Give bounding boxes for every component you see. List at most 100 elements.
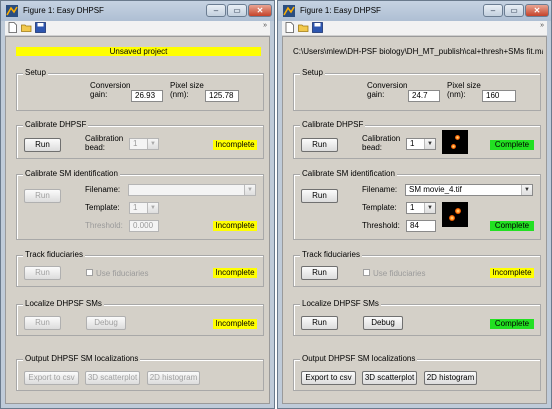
- track-status-badge: Incomplete: [213, 268, 257, 278]
- calibrate-dhpsf-panel: Calibrate DHPSF Run Calibration bead: 1 ▼…: [16, 120, 264, 159]
- bead-lobe: [455, 135, 460, 140]
- chevron-down-icon: ▼: [521, 185, 532, 195]
- track-status-badge: Incomplete: [490, 268, 534, 278]
- dropdown-value: 1: [410, 139, 415, 148]
- calibration-bead-label: Calibration: [362, 134, 401, 143]
- new-file-icon[interactable]: [284, 22, 295, 33]
- pixel-size-label: Pixel size: [170, 81, 204, 90]
- minimize-button[interactable]: –: [206, 4, 226, 17]
- track-run-button[interactable]: Run: [24, 266, 61, 280]
- sm-id-run-button[interactable]: Run: [24, 189, 61, 203]
- calibrate-status-badge: Complete: [490, 140, 534, 150]
- filename-label: Filename:: [362, 185, 398, 194]
- template-label: Template:: [85, 203, 120, 212]
- left-figure-window: Figure 1: Easy DHPSF – ▭ ✕ » Unsaved pro…: [0, 0, 275, 409]
- matlab-figure-icon: [6, 5, 18, 17]
- localize-run-button[interactable]: Run: [24, 316, 61, 330]
- localize-run-button[interactable]: Run: [301, 316, 338, 330]
- pixel-size-label-2: (nm):: [447, 90, 466, 99]
- calibration-bead-dropdown[interactable]: 1 ▼: [129, 138, 159, 150]
- dropdown-value: 1: [410, 203, 415, 212]
- calibrate-status-badge: Incomplete: [213, 140, 257, 150]
- chevron-down-icon: ▼: [424, 203, 435, 213]
- panel-title: Localize DHPSF SMs: [300, 299, 381, 308]
- toolbar-more-icon[interactable]: »: [263, 22, 267, 29]
- save-disk-icon[interactable]: [312, 22, 323, 33]
- right-title-bar[interactable]: Figure 1: Easy DHPSF – ▭ ✕: [278, 1, 551, 21]
- sm-identification-panel: Calibrate SM identification Run Filename…: [293, 169, 541, 240]
- calibration-bead-label-2: bead:: [85, 143, 106, 152]
- track-run-button[interactable]: Run: [301, 266, 338, 280]
- dropdown-value: 1: [133, 203, 138, 212]
- debug-button[interactable]: Debug: [86, 316, 126, 330]
- setup-panel: Setup Conversion gain: 24.7 Pixel size (…: [293, 68, 541, 111]
- export-csv-button[interactable]: Export to csv: [24, 371, 79, 385]
- figure-client-area: C:\Users\mlew\DH-PSF biology\DH_MT_publi…: [282, 36, 547, 404]
- open-folder-icon[interactable]: [298, 22, 309, 33]
- track-fiduciaries-panel: Track fiduciaries Run Use fiduciaries In…: [16, 250, 264, 287]
- scatterplot-button[interactable]: 3D scatterplot: [85, 371, 140, 385]
- dropdown-value: 1: [133, 139, 138, 148]
- sm-identification-panel: Calibrate SM identification Run Filename…: [16, 169, 264, 240]
- panel-title: Calibrate DHPSF: [300, 120, 366, 129]
- pixel-size-label: Pixel size: [447, 81, 481, 90]
- threshold-field[interactable]: 84: [406, 220, 436, 232]
- sm-id-status-badge: Complete: [490, 221, 534, 231]
- open-folder-icon[interactable]: [21, 22, 32, 33]
- matlab-figure-icon: [283, 5, 295, 17]
- window-title: Figure 1: Easy DHPSF: [23, 6, 104, 15]
- chevron-down-icon: ▼: [147, 139, 158, 149]
- pixel-size-label-2: (nm):: [170, 90, 189, 99]
- save-disk-icon[interactable]: [35, 22, 46, 33]
- close-button[interactable]: ✕: [248, 4, 272, 17]
- localize-status-badge: Incomplete: [213, 319, 257, 329]
- calibration-bead-dropdown[interactable]: 1 ▼: [406, 138, 436, 150]
- calibrate-run-button[interactable]: Run: [24, 138, 61, 152]
- template-dropdown[interactable]: 1 ▼: [129, 202, 159, 214]
- track-fiduciaries-panel: Track fiduciaries Run Use fiduciaries In…: [293, 250, 541, 287]
- template-label: Template:: [362, 203, 397, 212]
- template-lobe: [449, 215, 455, 221]
- maximize-button[interactable]: ▭: [504, 4, 524, 17]
- export-csv-button[interactable]: Export to csv: [301, 371, 356, 385]
- toolbar-more-icon[interactable]: »: [540, 22, 544, 29]
- left-title-bar[interactable]: Figure 1: Easy DHPSF – ▭ ✕: [1, 1, 274, 21]
- window-title: Figure 1: Easy DHPSF: [300, 6, 381, 15]
- conversion-gain-label: Conversion: [367, 81, 408, 90]
- histogram-button[interactable]: 2D histogram: [147, 371, 200, 385]
- histogram-button[interactable]: 2D histogram: [424, 371, 477, 385]
- new-file-icon[interactable]: [7, 22, 18, 33]
- use-fiduciaries-label: Use fiduciaries: [373, 269, 426, 278]
- scatterplot-button[interactable]: 3D scatterplot: [362, 371, 417, 385]
- panel-title: Track fiduciaries: [300, 250, 362, 259]
- use-fiduciaries-label: Use fiduciaries: [96, 269, 149, 278]
- calibration-bead-preview-image: [442, 130, 468, 154]
- sm-id-run-button[interactable]: Run: [301, 189, 338, 203]
- maximize-button[interactable]: ▭: [227, 4, 247, 17]
- filename-dropdown[interactable]: ▼: [128, 184, 256, 196]
- use-fiduciaries-checkbox[interactable]: [363, 269, 370, 276]
- conversion-gain-field[interactable]: 26.93: [131, 90, 163, 102]
- panel-title: Setup: [300, 68, 325, 77]
- minimize-button[interactable]: –: [483, 4, 503, 17]
- calibration-bead-label: Calibration: [85, 134, 124, 143]
- template-dropdown[interactable]: 1 ▼: [406, 202, 436, 214]
- filename-dropdown[interactable]: SM movie_4.tif ▼: [405, 184, 533, 196]
- bead-lobe: [451, 144, 456, 149]
- pixel-size-field[interactable]: 125.78: [205, 90, 239, 102]
- output-panel: Output DHPSF SM localizations Export to …: [16, 354, 264, 391]
- conversion-gain-label: Conversion: [90, 81, 131, 90]
- threshold-label: Threshold:: [85, 221, 123, 230]
- conversion-gain-label-2: gain:: [367, 90, 385, 99]
- calibrate-dhpsf-panel: Calibrate DHPSF Run Calibration bead: 1 ▼…: [293, 120, 541, 159]
- calibrate-run-button[interactable]: Run: [301, 138, 338, 152]
- conversion-gain-label-2: gain:: [90, 90, 108, 99]
- threshold-field[interactable]: 0.000: [129, 220, 159, 232]
- debug-button[interactable]: Debug: [363, 316, 403, 330]
- calibration-bead-label-2: bead:: [362, 143, 383, 152]
- conversion-gain-field[interactable]: 24.7: [408, 90, 440, 102]
- pixel-size-field[interactable]: 160: [482, 90, 516, 102]
- localize-status-badge: Complete: [490, 319, 534, 329]
- close-button[interactable]: ✕: [525, 4, 549, 17]
- use-fiduciaries-checkbox[interactable]: [86, 269, 93, 276]
